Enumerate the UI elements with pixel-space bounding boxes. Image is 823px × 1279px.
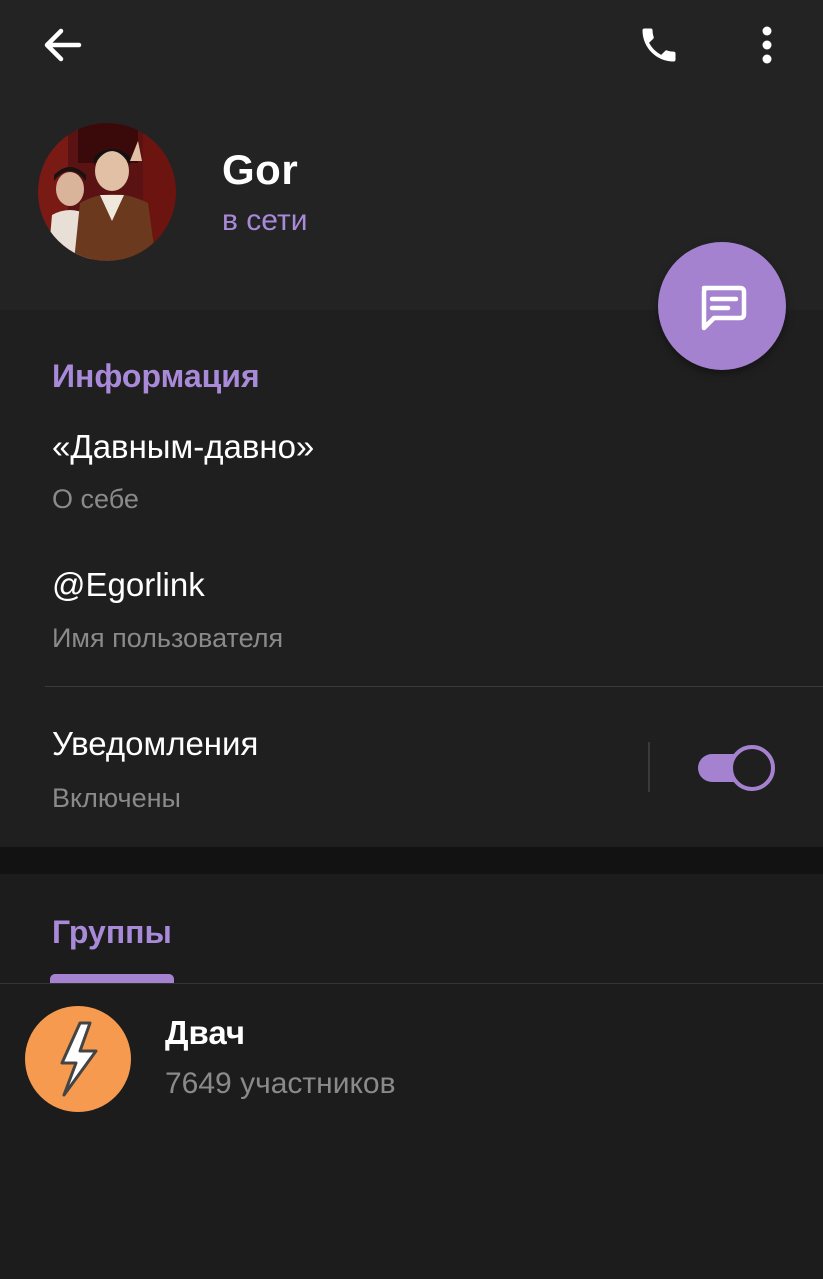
avatar-photo <box>38 123 176 261</box>
vertical-divider <box>648 742 650 792</box>
profile-avatar[interactable] <box>38 123 176 261</box>
username-value: @Egorlink <box>52 566 205 603</box>
tab-groups[interactable]: Группы <box>52 914 172 951</box>
profile-name: Gor <box>222 146 299 193</box>
more-options-button[interactable] <box>742 16 792 74</box>
arrow-left-icon <box>44 28 82 62</box>
username-label: Имя пользователя <box>52 623 284 653</box>
notifications-title: Уведомления <box>52 725 259 762</box>
tabs-divider <box>0 983 823 984</box>
bio-label: О себе <box>52 484 139 514</box>
section-separator <box>0 847 823 874</box>
more-vertical-icon <box>762 26 772 64</box>
group-name: Двач <box>165 1014 246 1051</box>
group-avatar <box>25 1006 131 1112</box>
toggle-thumb <box>729 745 775 791</box>
divider <box>45 686 823 687</box>
call-button[interactable] <box>628 16 690 74</box>
group-members: 7649 участников <box>165 1067 396 1100</box>
lightning-icon <box>60 1021 98 1097</box>
message-icon <box>701 285 747 331</box>
phone-icon <box>642 28 676 62</box>
back-button[interactable] <box>30 16 94 74</box>
profile-status: в сети <box>222 204 308 237</box>
info-section-title: Информация <box>52 358 260 394</box>
bio-value: «Давным-давно» <box>52 428 315 465</box>
notifications-toggle[interactable] <box>696 745 776 791</box>
send-message-button[interactable] <box>658 242 786 370</box>
notifications-status: Включены <box>52 783 181 813</box>
